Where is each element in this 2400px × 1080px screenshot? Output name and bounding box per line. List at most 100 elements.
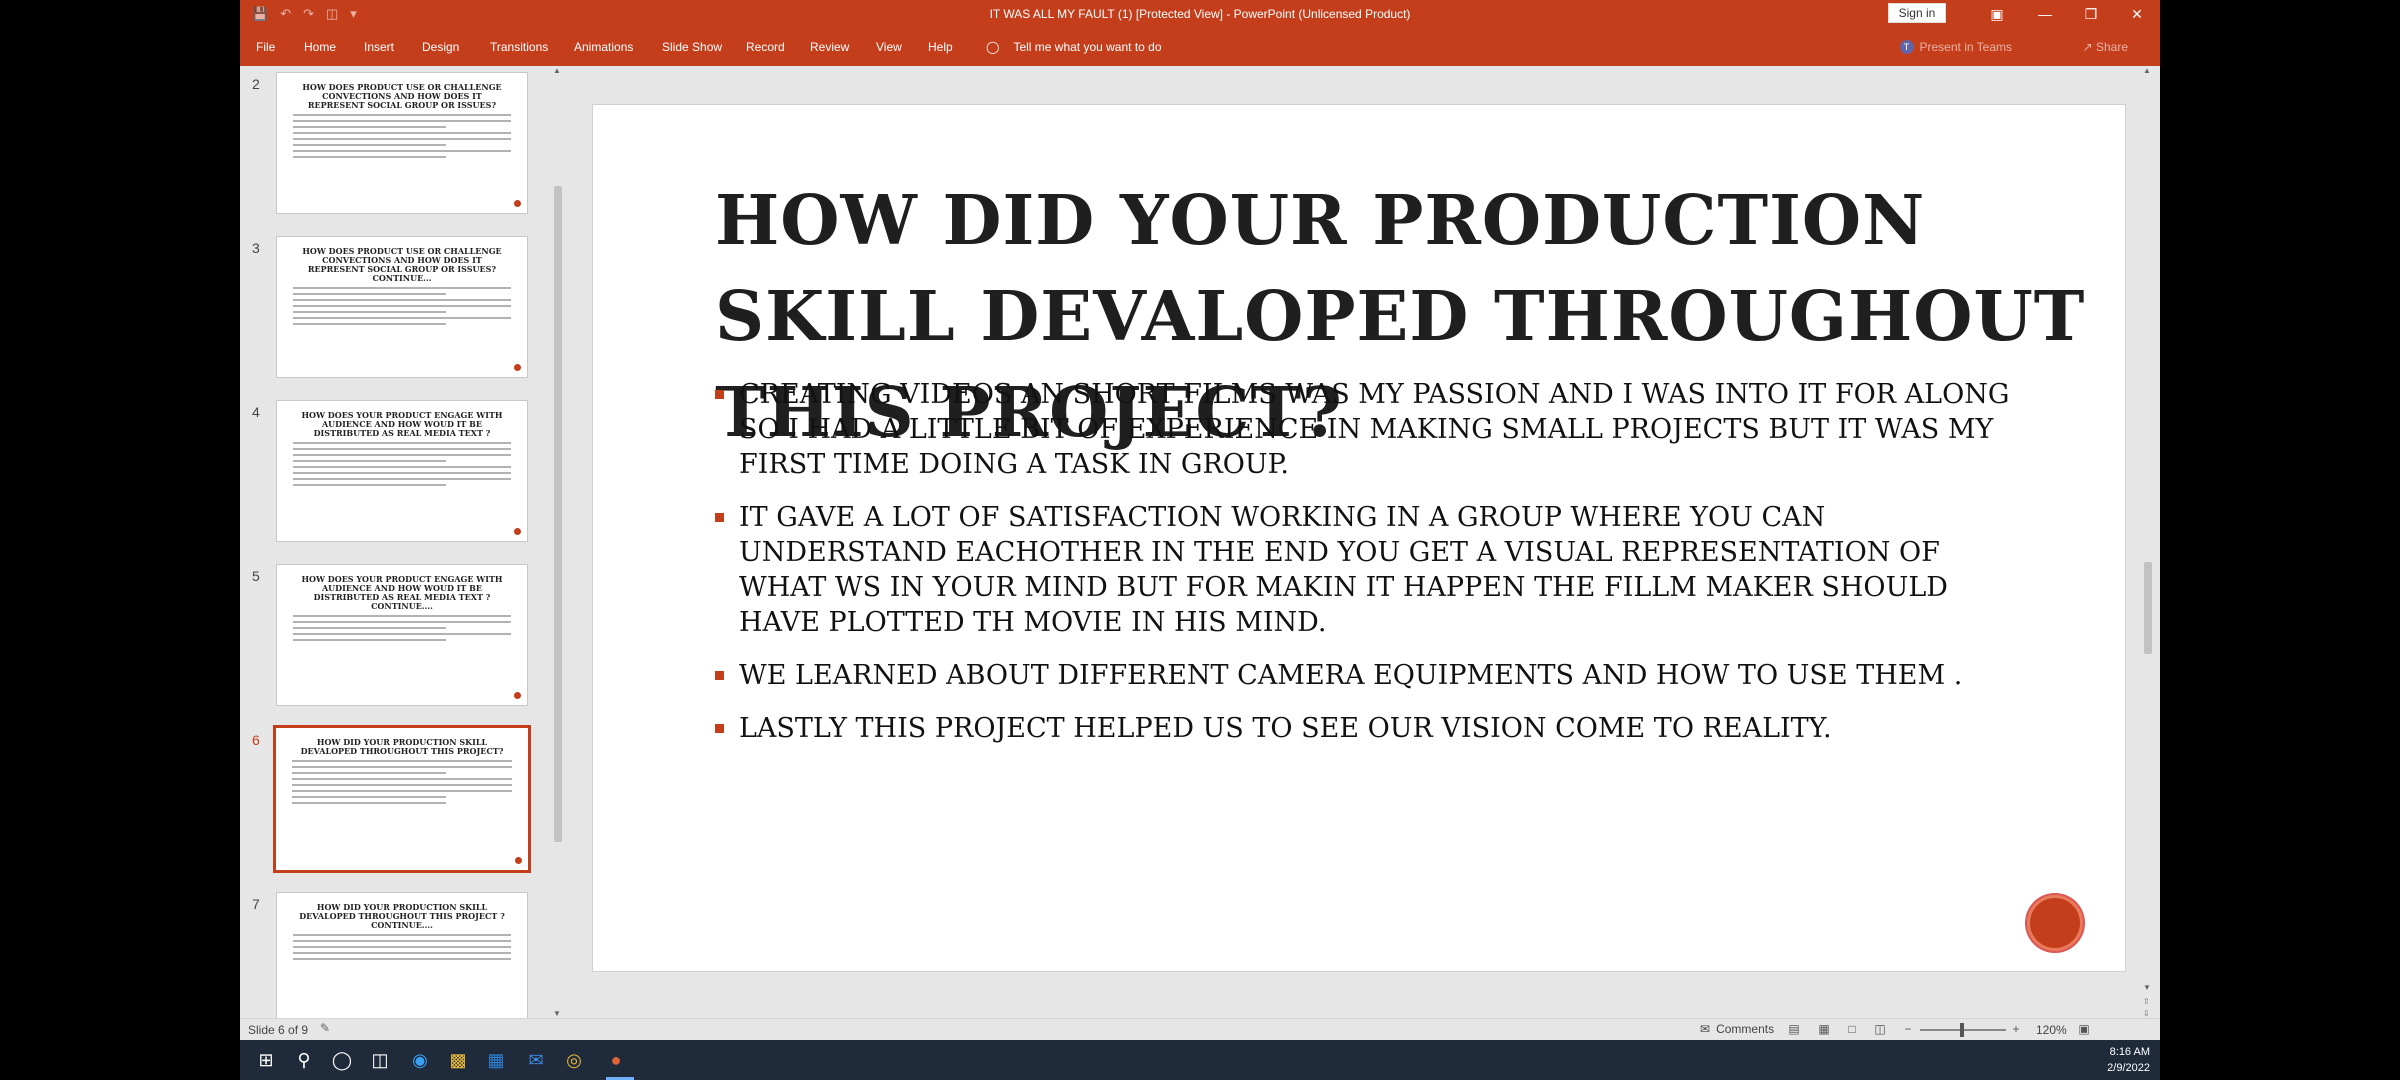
thumbnail-preview[interactable]: HOW DOES PRODUCT USE OR CHALLENGE CONVEC…	[276, 72, 528, 214]
thumbnail-preview[interactable]: HOW DOES YOUR PRODUCT ENGAGE WITH AUDIEN…	[276, 564, 528, 706]
slide-thumbnail-pane: 2 HOW DOES PRODUCT USE OR CHALLENGE CONV…	[240, 66, 568, 1018]
present-in-teams-button[interactable]: T Present in Teams	[1899, 40, 2013, 54]
maximize-button[interactable]: ❐	[2068, 2, 2114, 26]
thumbnail-number: 7	[252, 896, 260, 912]
chrome-icon[interactable]: ◎	[562, 1048, 586, 1072]
slide-count: Slide 6 of 9	[248, 1023, 309, 1037]
tab-insert[interactable]: Insert	[364, 40, 394, 54]
thumbnail-title: HOW DOES YOUR PRODUCT ENGAGE WITH AUDIEN…	[301, 574, 503, 611]
sign-in-button[interactable]: Sign in	[1888, 3, 1946, 23]
clock-time: 8:16 AM	[2109, 1046, 2150, 1058]
bullet-item[interactable]: IT GAVE A LOT OF SATISFACTION WORKING IN…	[715, 500, 2015, 640]
slide-show-icon[interactable]: ◫	[1872, 1022, 1888, 1038]
thumbnail-number: 4	[252, 404, 260, 420]
zoom-in-icon[interactable]: +	[2008, 1022, 2024, 1038]
thumbnail-title: HOW DOES PRODUCT USE OR CHALLENGE CONVEC…	[302, 246, 502, 283]
comments-button[interactable]: ✉ Comments	[1700, 1022, 1774, 1036]
comments-label: Comments	[1716, 1022, 1775, 1036]
slide-scroll-thumb[interactable]	[2144, 562, 2152, 654]
previous-slide-icon[interactable]: ⇧	[2143, 997, 2150, 1006]
mail-icon[interactable]: ✉	[524, 1048, 548, 1072]
title-bar: 💾 ↶ ↷ ◫ ▾ IT WAS ALL MY FAULT (1) [Prote…	[240, 0, 2160, 28]
thumbnail-accent-dot	[514, 364, 521, 371]
search-icon[interactable]: ⚲	[292, 1048, 316, 1072]
tab-record[interactable]: Record	[746, 40, 785, 54]
thumbnail-scroll-thumb[interactable]	[554, 186, 562, 842]
ribbon-tabs: File Home Insert Design Transitions Anim…	[240, 28, 2160, 66]
zoom-level[interactable]: 120%	[2036, 1023, 2067, 1037]
thumbnail-title: HOW DID YOUR PRODUCTION SKILL DEVALOPED …	[299, 902, 505, 930]
reading-view-icon[interactable]: □	[1844, 1022, 1860, 1038]
tab-file[interactable]: File	[256, 40, 275, 54]
windows-taskbar: ⊞ ⚲ ◯ ◫ ◉ ▩ ▦ ✉ ◎ ● 8:16 AM 2/9/2022	[240, 1040, 2160, 1080]
thumbnail-title: HOW DOES PRODUCT USE OR CHALLENGE CONVEC…	[302, 82, 502, 110]
zoom-out-icon[interactable]: −	[1900, 1022, 1916, 1038]
close-button[interactable]: ✕	[2114, 2, 2160, 26]
thumbnail-slide-6[interactable]: 6 HOW DID YOUR PRODUCTION SKILL DEVALOPE…	[240, 725, 560, 880]
thumbnail-preview[interactable]: HOW DID YOUR PRODUCTION SKILL DEVALOPED …	[276, 892, 528, 1018]
slide-canvas[interactable]: HOW DID YOUR PRODUCTION SKILL DEVALOPED …	[592, 104, 2126, 972]
tab-transitions[interactable]: Transitions	[490, 40, 548, 54]
ribbon-display-icon[interactable]: ▣	[1974, 2, 2020, 26]
thumbnail-slide-5[interactable]: 5 HOW DOES YOUR PRODUCT ENGAGE WITH AUDI…	[240, 564, 560, 716]
thumbnail-slide-2[interactable]: 2 HOW DOES PRODUCT USE OR CHALLENGE CONV…	[240, 72, 560, 224]
thumbnail-scrollbar[interactable]: ▲ ▼	[550, 66, 566, 1018]
thumbnail-number: 6	[252, 732, 260, 748]
edge-icon[interactable]: ◉	[408, 1048, 432, 1072]
file-explorer-icon[interactable]: ▩	[446, 1048, 470, 1072]
tell-me-search[interactable]: ◯ Tell me what you want to do	[986, 40, 1162, 54]
slide-sorter-icon[interactable]: ▦	[1816, 1022, 1832, 1038]
thumbnail-accent-dot	[514, 692, 521, 699]
scroll-up-icon[interactable]: ▲	[553, 66, 561, 75]
zoom-slider-knob[interactable]	[1960, 1023, 1964, 1037]
minimize-button[interactable]: —	[2022, 2, 2068, 26]
powerpoint-window: 💾 ↶ ↷ ◫ ▾ IT WAS ALL MY FAULT (1) [Prote…	[240, 0, 2160, 1040]
thumbnail-preview[interactable]: HOW DOES PRODUCT USE OR CHALLENGE CONVEC…	[276, 236, 528, 378]
powerpoint-icon[interactable]: ●	[604, 1048, 628, 1072]
scroll-down-icon[interactable]: ▼	[2143, 983, 2151, 992]
bullet-item[interactable]: CREATING VIDEOS AN SHORT FILMS WAS MY PA…	[715, 377, 2015, 482]
thumbnail-slide-4[interactable]: 4 HOW DOES YOUR PRODUCT ENGAGE WITH AUDI…	[240, 400, 560, 552]
thumbnail-slide-7[interactable]: 7 HOW DID YOUR PRODUCTION SKILL DEVALOPE…	[240, 892, 560, 1018]
slide-decoration-circle	[2027, 895, 2083, 951]
thumbnail-preview[interactable]: HOW DOES YOUR PRODUCT ENGAGE WITH AUDIEN…	[276, 400, 528, 542]
window-title: IT WAS ALL MY FAULT (1) [Protected View]…	[989, 7, 1411, 21]
share-icon: ↗	[2082, 40, 2093, 54]
share-label: Share	[2095, 40, 2128, 54]
task-view-icon[interactable]: ◫	[368, 1048, 392, 1072]
tab-slide-show[interactable]: Slide Show	[662, 40, 722, 54]
thumbnail-number: 5	[252, 568, 260, 584]
normal-view-icon[interactable]: ▤	[1786, 1022, 1802, 1038]
store-icon[interactable]: ▦	[484, 1048, 508, 1072]
scroll-down-icon[interactable]: ▼	[553, 1009, 561, 1018]
cortana-icon[interactable]: ◯	[330, 1048, 354, 1072]
slide-scrollbar[interactable]: ▲ ▼ ⇧ ⇩	[2140, 66, 2156, 1018]
fit-slide-icon[interactable]: ▣	[2076, 1022, 2092, 1038]
thumbnail-preview-selected[interactable]: HOW DID YOUR PRODUCTION SKILL DEVALOPED …	[273, 725, 531, 873]
tab-home[interactable]: Home	[304, 40, 336, 54]
thumbnail-number: 3	[252, 240, 260, 256]
slide-bullet-list[interactable]: CREATING VIDEOS AN SHORT FILMS WAS MY PA…	[715, 377, 2015, 764]
accessibility-icon[interactable]: ✎	[320, 1021, 336, 1037]
present-in-teams-label: Present in Teams	[1919, 40, 2013, 54]
comment-icon: ✉	[1700, 1022, 1711, 1036]
windows-start-icon[interactable]: ⊞	[254, 1048, 278, 1072]
thumbnail-accent-dot	[514, 200, 521, 207]
thumbnail-number: 2	[252, 76, 260, 92]
bullet-item[interactable]: WE LEARNED ABOUT DIFFERENT CAMERA EQUIPM…	[715, 658, 2015, 693]
thumbnail-title: HOW DID YOUR PRODUCTION SKILL DEVALOPED …	[300, 737, 504, 756]
system-clock[interactable]: 8:16 AM 2/9/2022	[2107, 1044, 2150, 1076]
tab-help[interactable]: Help	[928, 40, 953, 54]
tab-design[interactable]: Design	[422, 40, 459, 54]
bullet-item[interactable]: LASTLY THIS PROJECT HELPED US TO SEE OUR…	[715, 711, 2015, 746]
tab-view[interactable]: View	[876, 40, 902, 54]
share-button[interactable]: ↗ Share	[2083, 40, 2128, 54]
thumbnail-accent-dot	[514, 528, 521, 535]
scroll-up-icon[interactable]: ▲	[2143, 66, 2151, 75]
next-slide-icon[interactable]: ⇩	[2143, 1009, 2150, 1018]
tab-animations[interactable]: Animations	[574, 40, 633, 54]
tab-review[interactable]: Review	[810, 40, 849, 54]
clock-date: 2/9/2022	[2107, 1062, 2150, 1074]
teams-icon: T	[1899, 40, 1914, 54]
thumbnail-slide-3[interactable]: 3 HOW DOES PRODUCT USE OR CHALLENGE CONV…	[240, 236, 560, 388]
